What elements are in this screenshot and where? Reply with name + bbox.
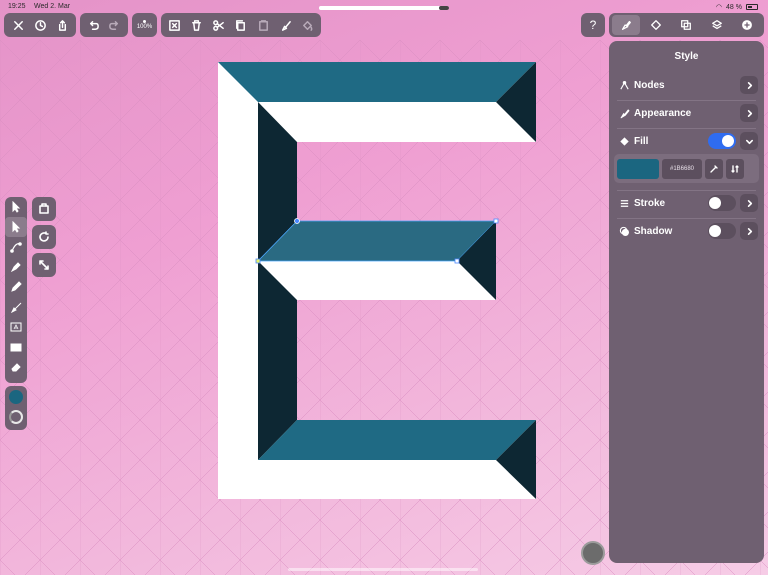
- style-panel: Style Nodes Appearance Fill #1B6680 Stro…: [609, 41, 764, 563]
- nodes-tab[interactable]: [642, 15, 670, 35]
- nodes-label: Nodes: [634, 79, 665, 91]
- history-toolbar: [80, 13, 128, 37]
- brush-tool-icon[interactable]: [5, 297, 27, 317]
- eraser-icon[interactable]: [5, 357, 27, 377]
- scissors-icon[interactable]: [209, 15, 228, 35]
- battery-text: 48 %: [726, 3, 742, 11]
- boolean-tab[interactable]: [672, 15, 700, 35]
- fill-chevron-down-icon[interactable]: [740, 132, 758, 150]
- direct-select-icon[interactable]: [5, 217, 27, 237]
- stroke-chevron-right-icon[interactable]: [740, 194, 758, 212]
- shadow-row[interactable]: Shadow: [613, 219, 760, 243]
- trash-icon[interactable]: [187, 15, 206, 35]
- file-toolbar: [4, 13, 76, 37]
- text-icon[interactable]: [5, 317, 27, 337]
- fill-bucket-icon: [617, 134, 631, 148]
- layers-tab[interactable]: [703, 15, 731, 35]
- fill-toggle[interactable]: [708, 133, 736, 149]
- zoom-indicator[interactable]: 100%: [132, 19, 157, 31]
- clock-icon[interactable]: [30, 15, 50, 35]
- bottom-bar-bevel: [258, 420, 536, 460]
- nodes-chevron-right-icon[interactable]: [740, 76, 758, 94]
- fill-hex-field[interactable]: #1B6680: [662, 158, 702, 179]
- select-icon[interactable]: [5, 197, 27, 217]
- shadow-icon: [617, 224, 631, 238]
- edit-toolbar: [161, 13, 321, 37]
- middle-bar-selected[interactable]: [257, 220, 497, 262]
- style-tab[interactable]: [612, 15, 641, 35]
- tool-palette: [5, 197, 27, 383]
- eyedropper-icon[interactable]: [705, 158, 723, 179]
- inspector-tabs: [609, 13, 764, 37]
- appearance-label: Appearance: [634, 107, 692, 119]
- assistive-touch-button[interactable]: [581, 541, 605, 565]
- selection-node[interactable]: [294, 218, 300, 224]
- undo-icon[interactable]: [84, 15, 103, 35]
- appearance-chevron-right-icon[interactable]: [740, 104, 758, 122]
- letter-e-artwork[interactable]: [218, 62, 536, 499]
- fill-toggle-knob: [722, 135, 734, 147]
- appearance-icon: [617, 106, 631, 120]
- stroke-row[interactable]: Stroke: [613, 191, 760, 215]
- shadow-chevron-right-icon[interactable]: [740, 222, 758, 240]
- top-bar-bevel: [218, 62, 536, 102]
- copy-icon[interactable]: [231, 15, 250, 35]
- wifi-icon: ◠: [715, 4, 723, 11]
- stroke-lines-icon: [617, 196, 631, 210]
- bucket-icon[interactable]: [298, 15, 317, 35]
- zoom-control[interactable]: 100%: [132, 13, 157, 37]
- shadow-toggle-knob: [709, 225, 721, 237]
- stroke-toggle[interactable]: [708, 195, 736, 211]
- stroke-toggle-knob: [709, 197, 721, 209]
- document-progress-bar: [319, 6, 449, 10]
- fill-label: Fill: [634, 135, 649, 147]
- brush-icon[interactable]: [276, 15, 295, 35]
- fill-color-swatch[interactable]: [617, 158, 659, 179]
- document-progress-handle: [439, 6, 449, 10]
- help-button[interactable]: ?: [581, 13, 605, 37]
- battery-icon: [746, 4, 758, 10]
- transform-box-icon[interactable]: [32, 197, 56, 221]
- selection-node[interactable]: [454, 258, 460, 264]
- status-date: Wed 2. Mar: [34, 3, 71, 10]
- selection-node[interactable]: [493, 218, 499, 224]
- color-palette: [5, 386, 27, 430]
- fill-row[interactable]: Fill: [613, 129, 760, 153]
- home-indicator: [288, 568, 478, 571]
- appearance-row[interactable]: Appearance: [613, 101, 760, 125]
- selection-node[interactable]: [255, 258, 261, 264]
- status-time: 19:25: [8, 3, 26, 10]
- shadow-label: Shadow: [634, 225, 673, 237]
- secondary-tools: [32, 197, 56, 279]
- redo-icon[interactable]: [105, 15, 124, 35]
- shadow-toggle[interactable]: [708, 223, 736, 239]
- rectangle-icon[interactable]: [5, 337, 27, 357]
- zoom-dot: [143, 19, 146, 23]
- stroke-color-well[interactable]: [9, 410, 23, 424]
- gradient-swap-icon[interactable]: [726, 158, 744, 179]
- node-tool-icon[interactable]: [5, 237, 27, 257]
- zoom-label: 100%: [136, 23, 153, 30]
- add-tab[interactable]: [733, 15, 761, 35]
- pen-icon[interactable]: [5, 257, 27, 277]
- status-right: ◠ 48 %: [716, 3, 758, 11]
- stroke-label: Stroke: [634, 197, 666, 209]
- nodes-row[interactable]: Nodes: [613, 73, 760, 97]
- nodes-icon: [617, 78, 631, 92]
- pencil-icon[interactable]: [5, 277, 27, 297]
- fill-color-well[interactable]: [9, 390, 23, 404]
- rotate-icon[interactable]: [32, 225, 56, 249]
- close-icon[interactable]: [8, 15, 28, 35]
- fill-color-editor: #1B6680: [614, 154, 759, 183]
- share-icon[interactable]: [52, 15, 72, 35]
- paste-icon[interactable]: [254, 15, 273, 35]
- deselect-icon[interactable]: [165, 15, 184, 35]
- resize-icon[interactable]: [32, 253, 56, 277]
- document-progress-fill: [319, 6, 440, 10]
- panel-title: Style: [674, 51, 699, 62]
